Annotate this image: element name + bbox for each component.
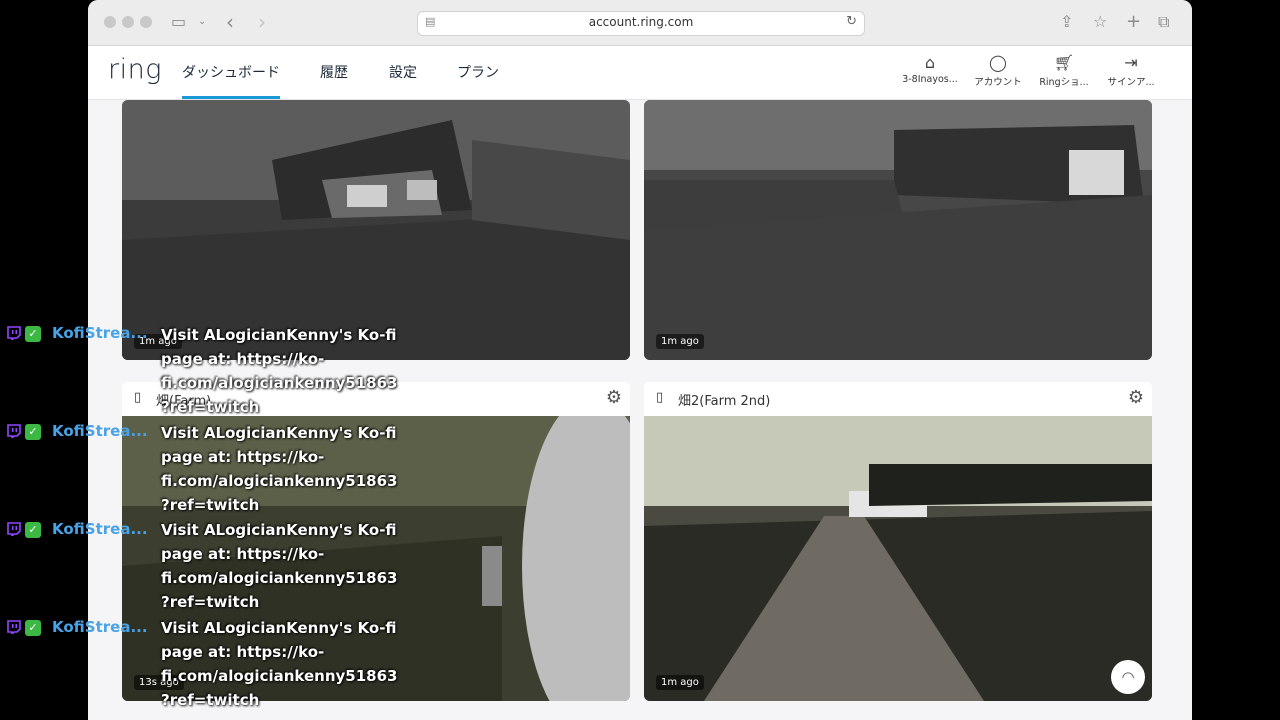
- kofi-badge-icon: ✓: [25, 326, 41, 342]
- ring-nav-bar: ring ダッシュボード 履歴 設定 プラン ⌂ 3-8Inayos... ◯ …: [88, 46, 1192, 100]
- ring-logo[interactable]: ring: [108, 54, 162, 85]
- nav-dashboard[interactable]: ダッシュボード: [182, 62, 280, 99]
- camera-card-farm-2nd[interactable]: ▯ 畑2(Farm 2nd) ⚙ 1m ago ◠: [644, 382, 1152, 701]
- gear-icon[interactable]: ⚙: [1128, 387, 1144, 408]
- bookmark-star-icon[interactable]: ☆: [1093, 12, 1107, 32]
- address-bar[interactable]: ▤ account.ring.com ↻: [417, 11, 865, 36]
- new-tab-icon[interactable]: +: [1126, 12, 1141, 32]
- camera-card[interactable]: 1m ago: [644, 100, 1152, 360]
- chevron-down-icon[interactable]: ⌄: [198, 12, 206, 32]
- chat-username: KofiStrea...: [52, 422, 148, 440]
- wifi-status-button[interactable]: ◠: [1111, 660, 1145, 694]
- camera-feed[interactable]: [644, 100, 1152, 360]
- chat-overlay-row: ✓ KofiStrea...: [0, 520, 160, 540]
- back-icon[interactable]: ‹: [226, 12, 234, 32]
- twitch-icon: [7, 620, 21, 634]
- gear-icon[interactable]: ⚙: [606, 387, 622, 408]
- chat-username: KofiStrea...: [52, 520, 148, 538]
- sidebar-icon[interactable]: ▭: [171, 12, 186, 32]
- account-icon: ◯: [989, 53, 1007, 72]
- timestamp-badge: 1m ago: [656, 334, 704, 349]
- home-icon: ⌂: [924, 53, 936, 72]
- twitch-icon: [7, 522, 21, 536]
- reload-icon[interactable]: ↻: [846, 14, 857, 29]
- minimize-window-button[interactable]: [122, 16, 134, 28]
- nav-history[interactable]: 履歴: [320, 62, 348, 82]
- chat-overlay-row: ✓ KofiStrea...: [0, 618, 160, 638]
- nav-location-label: 3-8Inayos...: [902, 74, 958, 85]
- nav-location[interactable]: ⌂ 3-8Inayos...: [898, 52, 962, 85]
- nav-plan[interactable]: プラン: [457, 62, 499, 82]
- kofi-badge-icon: ✓: [25, 522, 41, 538]
- camera-device-icon: ▯: [134, 390, 142, 405]
- wifi-icon: ◠: [1121, 668, 1135, 686]
- nav-account[interactable]: ◯ アカウント: [966, 52, 1030, 88]
- cart-icon: 🛒︎: [1053, 53, 1075, 72]
- nav-account-label: アカウント: [974, 77, 1022, 88]
- chat-username: KofiStrea...: [52, 324, 148, 342]
- chat-message: Visit ALogicianKenny's Ko-fi page at: ht…: [161, 326, 398, 416]
- camera-feed[interactable]: [122, 100, 630, 360]
- nav-sign-out[interactable]: ⇥ サインア...: [1099, 52, 1163, 88]
- timestamp-badge: 1m ago: [656, 675, 704, 690]
- kofi-badge-icon: ✓: [25, 620, 41, 636]
- nav-settings[interactable]: 設定: [389, 62, 417, 82]
- url-text: account.ring.com: [588, 15, 694, 29]
- nav-shop[interactable]: 🛒︎ Ringショ...: [1032, 52, 1096, 88]
- chat-username: KofiStrea...: [52, 618, 148, 636]
- kofi-badge-icon: ✓: [25, 424, 41, 440]
- sign-out-icon: ⇥: [1124, 53, 1138, 72]
- close-window-button[interactable]: [104, 16, 116, 28]
- forward-icon[interactable]: ›: [258, 12, 266, 32]
- zoom-window-button[interactable]: [140, 16, 152, 28]
- camera-feed[interactable]: [644, 416, 1152, 701]
- nav-sign-out-label: サインア...: [1107, 77, 1155, 88]
- chat-overlay-row: ✓ KofiStrea...: [0, 422, 160, 442]
- browser-toolbar: ▭ ⌄ ‹ › ▤ account.ring.com ↻ ⇪ ☆ + ⧉: [88, 0, 1192, 46]
- nav-shop-label: Ringショ...: [1039, 77, 1089, 88]
- camera-name: 畑2(Farm 2nd): [678, 394, 771, 409]
- camera-device-icon: ▯: [656, 390, 664, 405]
- chat-message: Visit ALogicianKenny's Ko-fi page at: ht…: [161, 424, 398, 514]
- tab-overview-icon[interactable]: ⧉: [1158, 12, 1169, 32]
- chat-overlay-row: ✓ KofiStrea...: [0, 324, 160, 344]
- camera-header: ▯ 畑2(Farm 2nd) ⚙: [644, 382, 1152, 416]
- twitch-icon: [7, 424, 21, 438]
- twitch-icon: [7, 326, 21, 340]
- chat-message: Visit ALogicianKenny's Ko-fi page at: ht…: [161, 619, 398, 709]
- chat-message: Visit ALogicianKenny's Ko-fi page at: ht…: [161, 521, 398, 611]
- share-icon[interactable]: ⇪: [1060, 12, 1073, 32]
- camera-card[interactable]: 1m ago: [122, 100, 630, 360]
